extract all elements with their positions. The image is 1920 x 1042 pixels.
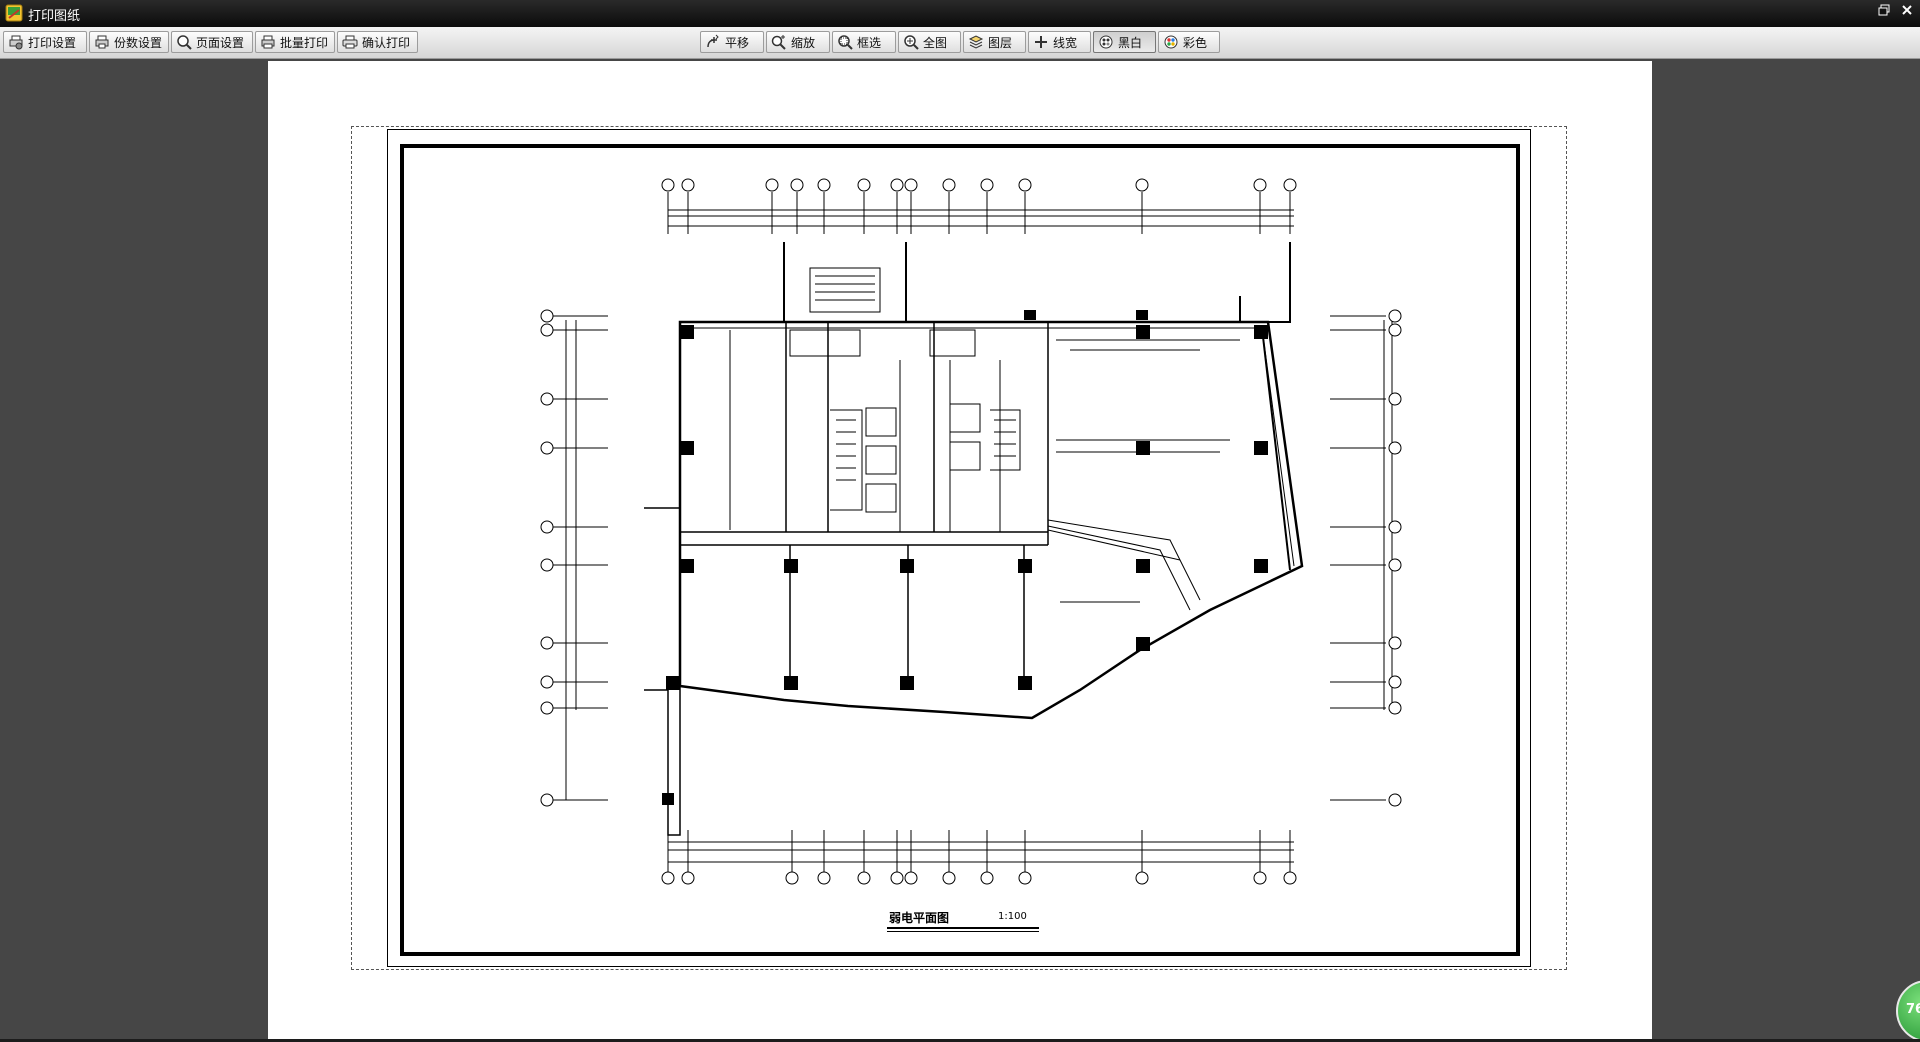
title-underline [887,927,1039,929]
drawing-scale: 1:100 [998,911,1027,922]
title-underline-thin [887,931,1039,932]
floor-plan-drawing [540,178,1402,885]
drawing-title: 弱电平面图 [889,911,950,925]
